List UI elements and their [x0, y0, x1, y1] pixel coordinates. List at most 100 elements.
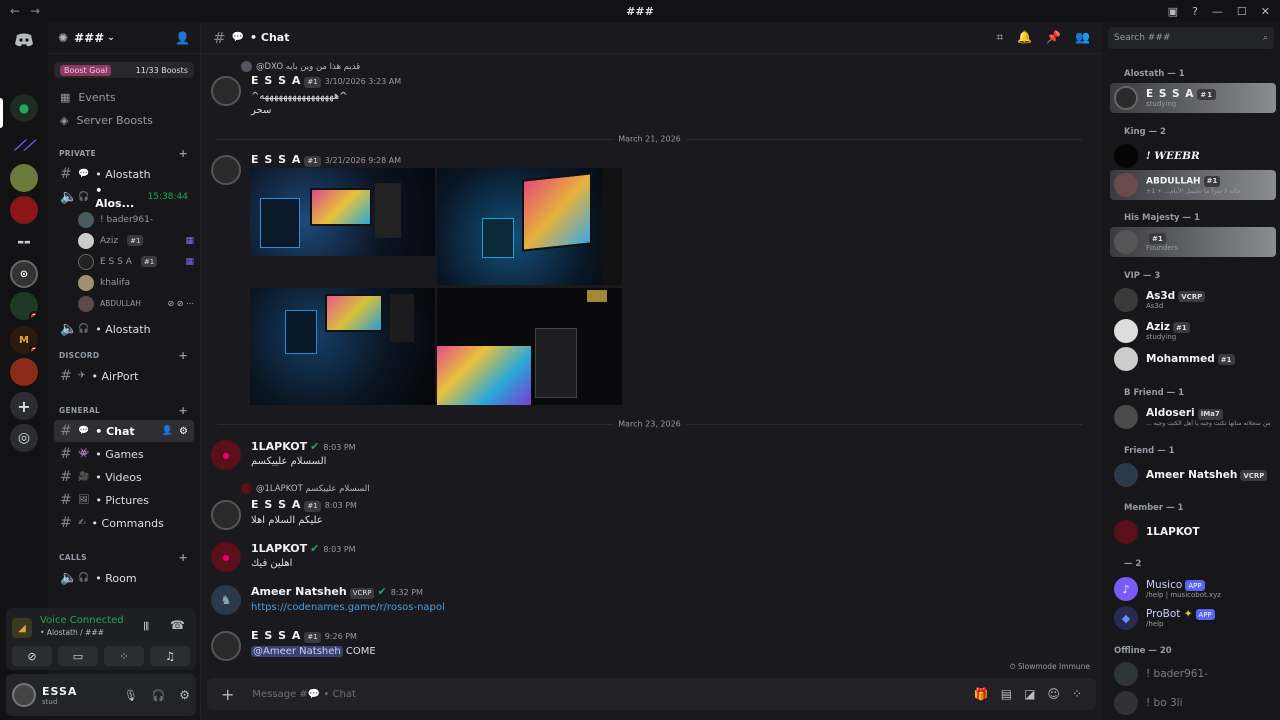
invite-icon[interactable]: 👤 — [162, 426, 173, 436]
add-channel-icon[interactable]: + — [178, 349, 188, 362]
category-calls[interactable]: CALLS + — [48, 548, 200, 566]
add-channel-icon[interactable]: + — [178, 404, 188, 417]
channel-chat[interactable]: # 💬 • Chat 👤 ⚙ — [54, 420, 194, 442]
avatar[interactable] — [211, 155, 241, 185]
minimize-button[interactable]: — — [1212, 5, 1223, 18]
voice-user[interactable]: ABDULLAH ⊘ ⊘ ⋯ — [78, 293, 200, 314]
channel-pictures[interactable]: # 🖼 • Pictures — [54, 489, 194, 511]
add-member-icon[interactable]: 👤 — [175, 31, 190, 45]
discord-home-icon[interactable] — [10, 26, 38, 54]
threads-icon[interactable]: ⌗ — [996, 30, 1003, 45]
channel-airport[interactable]: # ✈ • AirPort — [54, 365, 194, 387]
help-icon[interactable]: ? — [1192, 5, 1198, 18]
message-author[interactable]: E S S A — [251, 629, 301, 642]
signal-icon[interactable]: ◢ — [12, 618, 32, 638]
microphone-icon[interactable]: 🎙 — [124, 689, 138, 702]
camera-button[interactable]: ⊘ — [12, 646, 52, 666]
disconnect-icon[interactable]: ☎ — [170, 618, 185, 632]
reply-preview[interactable]: @1LAPKOT السسلام علييكسم — [241, 483, 370, 494]
member-item[interactable]: E S S A #1 studying — [1110, 83, 1276, 113]
voice-user[interactable]: ! bader961- — [78, 209, 200, 230]
channel-videos[interactable]: # 🎥 • Videos — [54, 466, 194, 488]
events-link[interactable]: ▦ Events — [48, 86, 200, 109]
member-item[interactable]: Ameer Natsheh VCRP — [1110, 460, 1276, 490]
member-item[interactable]: Aziz #1 studying — [1110, 316, 1276, 346]
member-item[interactable]: ABDULLAH #1 +1 • ...حالة لا تقرأ ما تحتمل … — [1110, 170, 1276, 200]
avatar[interactable] — [211, 500, 241, 530]
avatar[interactable]: ● — [211, 440, 241, 470]
server-header[interactable]: ✺ ### ⌄ 👤 — [48, 22, 200, 54]
server-icon[interactable]: ▬▬ — [10, 228, 38, 256]
message-author[interactable]: E S S A — [251, 498, 301, 511]
noise-suppression-icon[interactable]: 𝄃𝄃 — [144, 620, 149, 634]
server-icon[interactable]: ● — [10, 94, 38, 122]
member-item[interactable]: Aldoseri IMa7... من سجلاته مناتها تكنت وج… — [1110, 402, 1276, 432]
user-panel[interactable]: ESSA stud 🎙 🎧 ⚙ — [6, 674, 196, 716]
voice-user[interactable]: khalifa — [78, 272, 200, 293]
activities-button[interactable]: ⁘ — [104, 646, 144, 666]
member-item[interactable]: ! WEEBR — [1110, 141, 1276, 171]
voice-status[interactable]: Voice Connected — [40, 615, 124, 626]
server-boosts-link[interactable]: ◈ Server Boosts — [48, 109, 200, 132]
voice-user[interactable]: E S S A #1 ▦ — [78, 251, 200, 272]
bell-icon[interactable]: 🔔 — [1017, 30, 1032, 45]
channel-alostath[interactable]: # 💬 • Alostath — [54, 163, 194, 185]
pin-icon[interactable]: 📌 — [1046, 30, 1061, 45]
voice-channel-room[interactable]: 🔈 🎧 • Room — [54, 567, 194, 589]
gear-icon[interactable]: ⚙ — [179, 426, 188, 437]
member-item[interactable]: As3d VCRP As3d — [1110, 285, 1276, 315]
gear-icon[interactable]: ⚙ — [179, 688, 190, 702]
add-server-icon[interactable]: + — [10, 392, 38, 420]
reply-preview[interactable]: @DXO قديم هذا من وين بايه — [241, 61, 360, 72]
headphones-icon[interactable]: 🎧 — [152, 689, 166, 702]
search-input[interactable]: Search ### ⌕ — [1108, 27, 1274, 49]
message-author[interactable]: 1LAPKOT — [251, 440, 307, 453]
maximize-button[interactable]: ☐ — [1237, 5, 1247, 18]
sticker-icon[interactable]: ◪ — [1024, 687, 1035, 701]
avatar[interactable] — [211, 631, 241, 661]
avatar[interactable]: ♞ — [211, 585, 241, 615]
member-item[interactable]: ◆ ProBot ✦ APP/help — [1110, 603, 1276, 633]
message-author[interactable]: E S S A — [251, 153, 301, 166]
message-author[interactable]: 1LAPKOT — [251, 542, 307, 555]
category-discord[interactable]: DISCORD + — [48, 346, 200, 364]
member-item[interactable]: ! bo 3li — [1110, 688, 1276, 718]
member-item[interactable]: Mohammed #1 — [1110, 344, 1276, 374]
voice-user[interactable]: Aziz #1 ▦ — [78, 230, 200, 251]
channel-commands[interactable]: # ✍ • Commands — [54, 512, 194, 534]
server-icon[interactable]: 1 — [10, 292, 38, 320]
category-general[interactable]: GENERAL + — [48, 401, 200, 419]
boost-goal[interactable]: Boost Goal 11/33 Boosts — [54, 62, 194, 78]
image-attachment[interactable] — [437, 288, 622, 405]
server-icon[interactable] — [10, 196, 38, 224]
message-input[interactable]: Message #💬 • Chat — [252, 689, 973, 700]
avatar[interactable] — [211, 76, 241, 106]
apps-icon[interactable]: ⁘ — [1072, 687, 1082, 701]
voice-channel-alos[interactable]: 🔈 🎧 • Alos... 15:38:44 — [54, 184, 194, 210]
image-attachment[interactable] — [437, 168, 622, 285]
image-attachment[interactable] — [250, 168, 435, 285]
add-attachment-icon[interactable]: + — [221, 685, 234, 704]
inbox-icon[interactable]: ▣ — [1168, 5, 1178, 18]
message-link[interactable]: https://codenames.game/r/rosos-napol — [251, 602, 445, 613]
emoji-icon[interactable]: ☺ — [1047, 687, 1060, 701]
message-author[interactable]: E S S A — [251, 74, 301, 87]
add-channel-icon[interactable]: + — [178, 147, 188, 160]
category-private[interactable]: PRIVATE + — [48, 144, 200, 162]
server-icon[interactable] — [10, 358, 38, 386]
channel-games[interactable]: # 👾 • Games — [54, 443, 194, 465]
avatar[interactable] — [12, 683, 36, 707]
discover-icon[interactable]: ◎ — [10, 424, 38, 452]
avatar[interactable]: ● — [211, 542, 241, 572]
member-item[interactable]: #1 Founders — [1110, 227, 1276, 257]
screen-share-button[interactable]: ▭ — [58, 646, 98, 666]
image-attachment[interactable] — [250, 288, 435, 405]
server-icon[interactable]: ⟋⟋ — [10, 132, 38, 160]
voice-channel-alostath[interactable]: 🔈 🎧 • Alostath — [54, 318, 194, 340]
soundboard-button[interactable]: ♫ — [150, 646, 190, 666]
server-icon[interactable] — [10, 164, 38, 192]
server-icon[interactable]: ⊙ — [10, 260, 38, 288]
server-icon[interactable]: M2 — [10, 326, 38, 354]
add-channel-icon[interactable]: + — [178, 551, 188, 564]
member-item[interactable]: 1LAPKOT — [1110, 517, 1276, 547]
